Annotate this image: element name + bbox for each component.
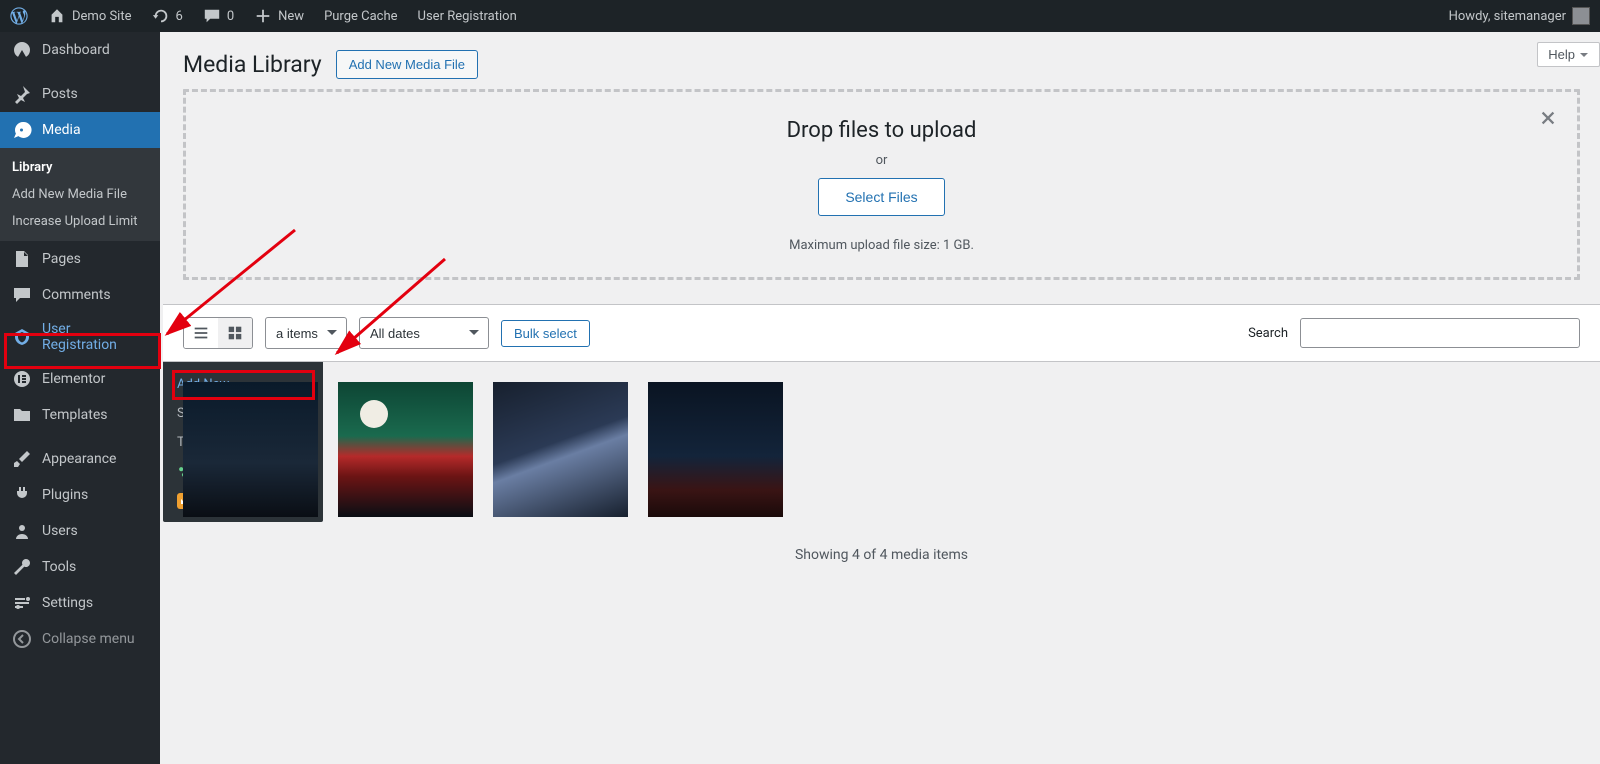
- media-item[interactable]: [338, 382, 473, 517]
- menu-tools[interactable]: Tools: [0, 549, 160, 585]
- collapse-menu[interactable]: Collapse menu: [0, 621, 160, 657]
- list-icon: [192, 324, 210, 342]
- bulk-select-button[interactable]: Bulk select: [501, 320, 590, 347]
- purge-cache[interactable]: Purge Cache: [314, 0, 407, 32]
- view-grid-button[interactable]: [218, 318, 252, 348]
- admin-bar: Demo Site 6 0 New Purge Cache User Regis…: [0, 0, 1600, 32]
- close-dropzone-button[interactable]: [1533, 106, 1563, 134]
- sliders-icon: [12, 593, 32, 613]
- comments-icon: [12, 285, 32, 305]
- filter-dates[interactable]: All dates: [359, 317, 489, 349]
- select-files-button[interactable]: Select Files: [818, 178, 944, 216]
- view-list-button[interactable]: [184, 318, 218, 348]
- menu-comments[interactable]: Comments: [0, 277, 160, 313]
- wrench-icon: [12, 557, 32, 577]
- wordpress-icon: [10, 7, 28, 25]
- collapse-icon: [12, 629, 32, 649]
- menu-pages[interactable]: Pages: [0, 241, 160, 277]
- media-item[interactable]: [493, 382, 628, 517]
- wp-logo[interactable]: [0, 0, 38, 32]
- close-icon: [1539, 109, 1557, 127]
- user-icon: [12, 521, 32, 541]
- menu-posts[interactable]: Posts: [0, 76, 160, 112]
- comments-bubble[interactable]: 0: [193, 0, 244, 32]
- help-tab[interactable]: Help: [1537, 42, 1600, 67]
- menu-users[interactable]: Users: [0, 513, 160, 549]
- brush-icon: [12, 449, 32, 469]
- home-icon: [48, 7, 66, 25]
- media-grid: [163, 362, 1600, 537]
- submenu-library[interactable]: Library: [0, 154, 160, 181]
- updates-count: 6: [176, 9, 183, 24]
- admin-sidebar: Dashboard Posts Media Library Add New Me…: [0, 32, 160, 764]
- filter-media-type[interactable]: a items: [265, 317, 347, 349]
- submenu-media: Library Add New Media File Increase Uplo…: [0, 148, 160, 241]
- submenu-upload-limit[interactable]: Increase Upload Limit: [0, 208, 160, 235]
- menu-dashboard[interactable]: Dashboard: [0, 32, 160, 68]
- site-name[interactable]: Demo Site: [38, 0, 142, 32]
- new-content[interactable]: New: [244, 0, 314, 32]
- media-item[interactable]: [183, 382, 318, 517]
- search-input[interactable]: [1300, 318, 1580, 348]
- menu-user-registration[interactable]: User Registration: [0, 313, 160, 361]
- content-area: Help Media Library Add New Media File Dr…: [163, 32, 1600, 764]
- howdy-label: Howdy, sitemanager: [1449, 9, 1566, 24]
- media-icon: [12, 120, 32, 140]
- menu-media[interactable]: Media: [0, 112, 160, 148]
- upload-dropzone[interactable]: Drop files to upload or Select Files Max…: [183, 89, 1580, 280]
- grid-icon: [226, 324, 244, 342]
- user-registration-icon: [12, 327, 32, 347]
- submenu-add-media[interactable]: Add New Media File: [0, 181, 160, 208]
- menu-settings[interactable]: Settings: [0, 585, 160, 621]
- elementor-icon: [12, 369, 32, 389]
- chevron-down-icon: [1579, 50, 1589, 60]
- site-name-label: Demo Site: [72, 9, 132, 24]
- menu-templates[interactable]: Templates: [0, 397, 160, 433]
- page-icon: [12, 249, 32, 269]
- page-title: Media Library: [183, 51, 322, 78]
- my-account[interactable]: Howdy, sitemanager: [1439, 0, 1600, 32]
- new-label: New: [278, 9, 304, 24]
- add-new-media-button[interactable]: Add New Media File: [336, 50, 478, 79]
- menu-plugins[interactable]: Plugins: [0, 477, 160, 513]
- dashboard-icon: [12, 40, 32, 60]
- filter-bar: a items All dates Bulk select Search: [163, 304, 1600, 362]
- dropzone-max: Maximum upload file size: 1 GB.: [186, 238, 1577, 253]
- avatar-icon: [1572, 7, 1590, 25]
- item-count: Showing 4 of 4 media items: [163, 537, 1600, 593]
- search-label: Search: [1248, 326, 1288, 341]
- media-item[interactable]: [648, 382, 783, 517]
- refresh-icon: [152, 7, 170, 25]
- comment-icon: [203, 7, 221, 25]
- folder-icon: [12, 405, 32, 425]
- dropzone-title: Drop files to upload: [186, 118, 1577, 143]
- pin-icon: [12, 84, 32, 104]
- menu-appearance[interactable]: Appearance: [0, 441, 160, 477]
- plus-icon: [254, 7, 272, 25]
- updates[interactable]: 6: [142, 0, 193, 32]
- menu-elementor[interactable]: Elementor: [0, 361, 160, 397]
- comments-count: 0: [227, 9, 234, 24]
- plug-icon: [12, 485, 32, 505]
- dropzone-or: or: [186, 153, 1577, 168]
- view-toggle: [183, 317, 253, 349]
- adminbar-user-registration[interactable]: User Registration: [408, 0, 527, 32]
